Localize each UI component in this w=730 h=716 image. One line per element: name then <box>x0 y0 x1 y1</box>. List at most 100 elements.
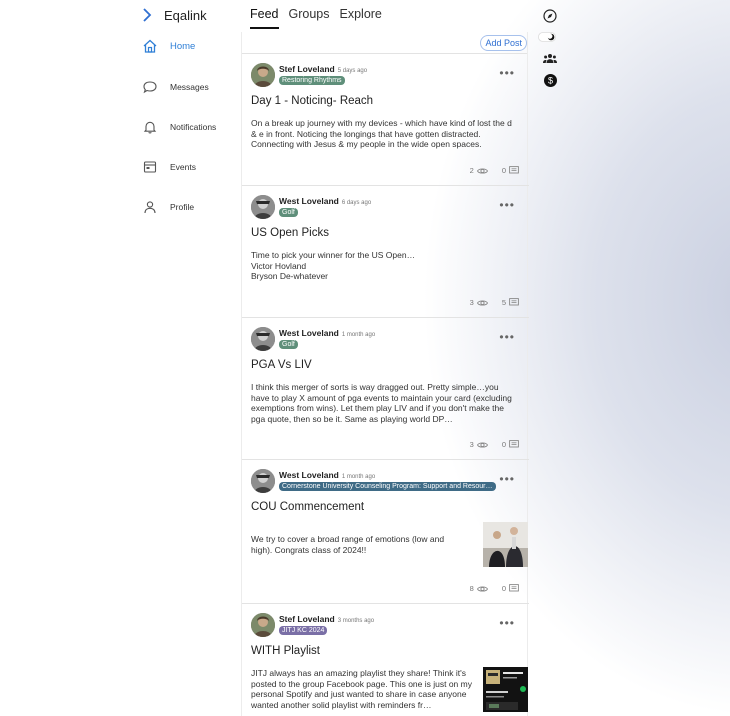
post-author[interactable]: Stef Loveland 5 days ago <box>279 64 367 74</box>
comment-count: 0 <box>501 166 506 175</box>
eye-icon <box>476 585 488 592</box>
comment-icon[interactable] <box>509 166 519 175</box>
sidebar: Eqalink Home Messages Notifications Even… <box>0 0 240 716</box>
sidebar-item-label: Messages <box>170 82 209 92</box>
post-time: 1 month ago <box>341 332 376 338</box>
more-options-icon[interactable]: ••• <box>499 330 515 344</box>
sidebar-item-notifications[interactable]: Notifications <box>142 119 216 135</box>
calendar-icon <box>142 159 158 175</box>
avatar[interactable] <box>251 327 275 351</box>
post-card[interactable]: West Loveland 6 days ago Golf ••• US Open… <box>242 186 529 318</box>
eye-icon <box>476 299 488 306</box>
sidebar-item-label: Home <box>170 40 196 52</box>
brand[interactable]: Eqalink <box>138 6 207 24</box>
author-name: West Loveland <box>279 470 339 480</box>
post-author[interactable]: West Loveland 6 days ago <box>279 196 371 206</box>
chat-bubble-icon <box>142 79 158 95</box>
post-card[interactable]: Stef Loveland 3 months ago JITJ KC 2024 •… <box>242 604 529 716</box>
dollar-icon[interactable]: $ <box>542 72 558 88</box>
group-tag[interactable]: Restoring Rhythms <box>279 76 345 85</box>
sidebar-item-profile[interactable]: Profile <box>142 199 194 215</box>
view-count: 2 <box>469 166 474 175</box>
comment-icon[interactable] <box>509 298 519 307</box>
post-body: We try to cover a broad range of emotion… <box>251 534 445 555</box>
compass-icon[interactable] <box>542 8 558 24</box>
post-body-line: Time to pick your winner for the US Open… <box>251 250 416 260</box>
post-author[interactable]: West Loveland 1 month ago <box>279 470 375 480</box>
feed-topbar: Add Post <box>242 32 527 54</box>
post-image[interactable] <box>483 667 528 712</box>
avatar[interactable] <box>251 613 275 637</box>
comment-icon[interactable] <box>509 440 519 449</box>
feed: Add Post Stef Loveland 5 days ago Restori… <box>241 32 529 716</box>
chevron-right-icon[interactable] <box>138 6 156 24</box>
post-body: I think this merger of sorts is way drag… <box>251 382 512 424</box>
sidebar-item-label: Notifications <box>170 122 217 132</box>
dark-mode-toggle-icon[interactable] <box>538 29 556 45</box>
more-options-icon[interactable]: ••• <box>499 198 515 212</box>
sidebar-item-home[interactable]: Home <box>142 38 195 54</box>
post-author[interactable]: West Loveland 1 month ago <box>279 328 375 338</box>
post-body-line: Victor Hovland <box>251 260 307 271</box>
app-name: Eqalink <box>164 7 207 23</box>
tab-feed[interactable]: Feed <box>250 7 279 29</box>
sidebar-item-events[interactable]: Events <box>142 159 196 175</box>
author-name: West Loveland <box>279 196 339 206</box>
post-author[interactable]: Stef Loveland 3 months ago <box>279 614 374 624</box>
add-post-button[interactable]: Add Post <box>480 35 527 51</box>
avatar[interactable] <box>251 469 275 493</box>
comment-count: 5 <box>501 298 506 307</box>
feed-tabs: Feed Groups Explore <box>250 7 382 29</box>
more-options-icon[interactable]: ••• <box>499 66 515 80</box>
group-tag[interactable]: JITJ KC 2024 <box>279 626 328 635</box>
post-card[interactable]: Stef Loveland 5 days ago Restoring Rhythm… <box>242 54 529 186</box>
post-stats: 3 0 <box>470 440 519 449</box>
view-count: 3 <box>469 298 474 307</box>
post-image[interactable] <box>483 522 528 567</box>
post-time: 5 days ago <box>337 68 368 74</box>
post-title: Day 1 - Noticing- Reach <box>251 95 374 107</box>
tab-explore[interactable]: Explore <box>340 7 382 29</box>
avatar[interactable] <box>251 63 275 87</box>
more-options-icon[interactable]: ••• <box>499 472 515 486</box>
post-stats: 8 0 <box>470 584 519 593</box>
post-body-line: Bryson De-whatever <box>251 271 329 281</box>
eye-icon <box>476 441 488 448</box>
author-name: West Loveland <box>279 328 339 338</box>
post-title: US Open Picks <box>251 227 329 239</box>
post-body: On a break up journey with my devices - … <box>251 118 512 149</box>
comment-icon[interactable] <box>509 584 519 593</box>
comment-count: 0 <box>501 584 506 593</box>
post-body: Time to pick your winner for the US Open… <box>251 250 519 282</box>
post-title: WITH Playlist <box>251 645 320 657</box>
tab-groups[interactable]: Groups <box>289 7 330 29</box>
post-time: 6 days ago <box>341 200 372 206</box>
person-icon <box>142 199 158 215</box>
view-count: 8 <box>469 584 474 593</box>
view-count: 3 <box>469 440 474 449</box>
author-name: Stef Loveland <box>279 614 335 624</box>
post-stats: 2 0 <box>470 166 519 175</box>
bell-icon <box>142 119 158 135</box>
svg-text:$: $ <box>547 75 552 85</box>
group-tag[interactable]: Cornerstone University Counseling Progra… <box>279 482 496 491</box>
sidebar-item-label: Events <box>170 162 196 172</box>
comment-count: 0 <box>501 440 506 449</box>
home-icon <box>142 38 158 54</box>
eye-icon <box>476 167 488 174</box>
post-title: PGA Vs LIV <box>251 359 312 371</box>
post-card[interactable]: West Loveland 1 month ago Golf ••• PGA Vs… <box>242 318 529 460</box>
sidebar-item-messages[interactable]: Messages <box>142 79 209 95</box>
groups-icon[interactable] <box>542 51 558 67</box>
post-time: 1 month ago <box>341 474 376 480</box>
post-time: 3 months ago <box>337 618 375 624</box>
group-tag[interactable]: Golf <box>279 208 298 217</box>
group-tag[interactable]: Golf <box>279 340 298 349</box>
sidebar-item-label: Profile <box>170 202 195 212</box>
post-title: COU Commencement <box>251 501 365 513</box>
author-name: Stef Loveland <box>279 64 335 74</box>
more-options-icon[interactable]: ••• <box>499 616 515 630</box>
post-card[interactable]: West Loveland 1 month ago Cornerstone Uni… <box>242 460 529 604</box>
avatar[interactable] <box>251 195 275 219</box>
post-stats: 3 5 <box>470 298 519 307</box>
